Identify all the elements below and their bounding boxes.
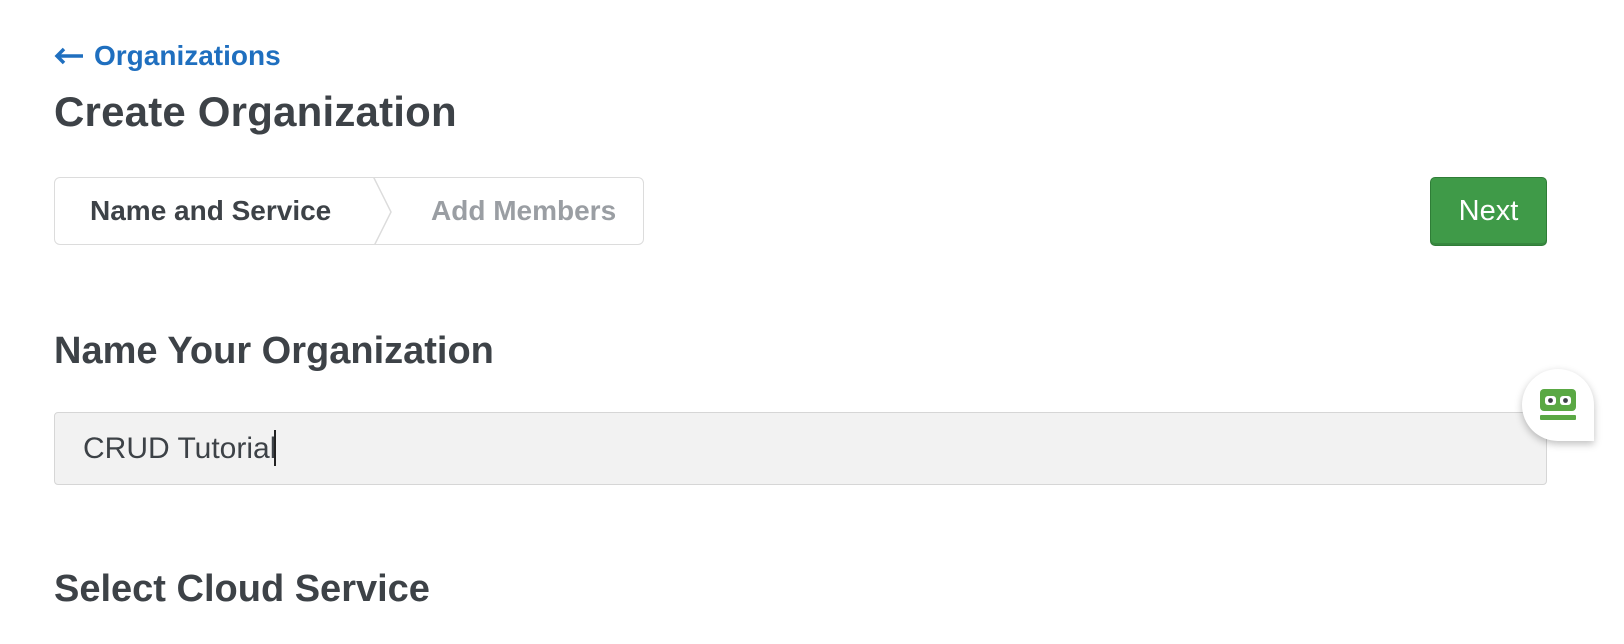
wizard-stepper: Name and Service Add Members [54, 177, 644, 245]
password-manager-icon [1540, 389, 1576, 420]
password-manager-badge[interactable] [1522, 369, 1594, 441]
step-label: Add Members [431, 195, 617, 226]
organization-name-input[interactable] [54, 412, 1547, 485]
step-name-and-service[interactable]: Name and Service [55, 178, 391, 244]
step-label: Name and Service [90, 195, 332, 226]
text-cursor [274, 430, 276, 466]
name-section-heading: Name Your Organization [54, 330, 494, 372]
back-to-organizations-link[interactable]: Organizations [54, 40, 281, 72]
step-add-members[interactable]: Add Members [391, 178, 616, 244]
page-title: Create Organization [54, 88, 457, 135]
back-link-label: Organizations [94, 40, 281, 71]
create-organization-page: Organizations Create Organization Name a… [0, 0, 1624, 644]
next-button[interactable]: Next [1430, 177, 1547, 246]
arrow-left-icon [54, 47, 83, 65]
cloud-service-section-heading: Select Cloud Service [54, 568, 430, 610]
